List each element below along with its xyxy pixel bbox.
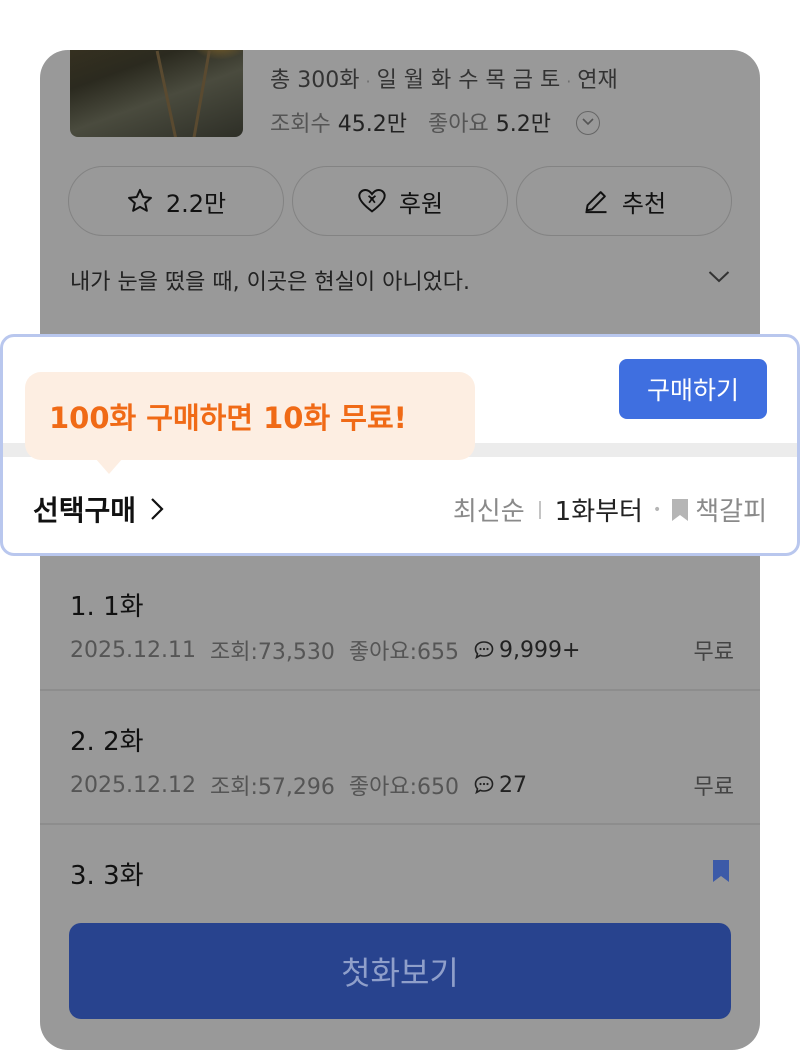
series-stats: 조회수 45.2만 좋아요 5.2만 (270, 106, 600, 138)
heart-gift-icon (358, 189, 386, 213)
episode-item[interactable]: 1. 1화 2025.12.11 조회:73,530 좋아요:655 9,999… (40, 556, 760, 691)
episode-title: 2. 2화 (70, 727, 144, 757)
episode-price: 무료 (693, 640, 734, 665)
first-episode-button[interactable]: 첫화보기 (69, 923, 731, 1019)
recommend-label: 추천 (621, 189, 667, 218)
comment-count: 9,999+ (498, 637, 581, 663)
bookmark-icon (672, 498, 689, 521)
sort-latest-button[interactable]: 최신순 (453, 491, 525, 528)
episode-date: 2025.12.11 (70, 637, 196, 663)
star-icon (127, 188, 152, 212)
series-status: 연재 (577, 68, 618, 93)
comment-icon (474, 641, 494, 660)
support-button[interactable]: 후원 (292, 166, 508, 236)
action-buttons: 2.2만 후원 추천 (68, 166, 732, 236)
episode-comments: 27 (473, 773, 527, 798)
episode-likes: 좋아요:655 (348, 640, 459, 665)
select-buy-button[interactable]: 선택구매 (33, 489, 164, 529)
expand-stats-icon[interactable] (575, 111, 600, 135)
publish-days: 일 월 화 수 목 금 토 (376, 68, 561, 93)
favorite-button[interactable]: 2.2만 (68, 166, 284, 236)
promo-tooltip: 100화 구매하면 10화 무료! (25, 372, 475, 474)
sort-controls: 최신순 1화부터 • 책갈피 (453, 491, 767, 528)
episode-info: 2025.12.11 조회:73,530 좋아요:655 9,999+ (70, 634, 580, 666)
comment-count: 27 (498, 772, 527, 798)
comment-icon (474, 776, 494, 795)
bookmark-button[interactable]: 책갈피 (695, 491, 767, 528)
views-label: 조회수 (270, 112, 331, 137)
views-value: 45.2만 (337, 112, 407, 137)
likes-label: 좋아요 (427, 112, 489, 137)
episode-likes: 좋아요:650 (348, 775, 459, 800)
episode-date: 2025.12.12 (70, 772, 196, 798)
episode-price: 무료 (693, 775, 734, 800)
purchase-panel: 구매하기 100화 구매하면 10화 무료! 선택구매 최신순 1화부터 • 책… (0, 334, 800, 556)
chevron-right-icon (151, 498, 164, 520)
chevron-down-icon[interactable] (708, 270, 730, 284)
episode-comments: 9,999+ (473, 638, 580, 663)
series-schedule: 총 300화 · 일 월 화 수 목 금 토 · 연재 (270, 68, 618, 93)
episode-item[interactable]: 2. 2화 2025.12.12 조회:57,296 좋아요:650 27 무료 (40, 691, 760, 825)
episode-total: 총 300화 (270, 68, 360, 93)
bookmark-icon (713, 860, 729, 882)
episode-title: 1. 1화 (70, 592, 144, 622)
buy-button[interactable]: 구매하기 (619, 359, 767, 419)
episode-views: 조회:57,296 (209, 775, 335, 800)
favorite-count: 2.2만 (165, 189, 227, 218)
episode-info: 2025.12.12 조회:57,296 좋아요:650 27 (70, 769, 527, 801)
episode-title: 3. 3화 (70, 861, 144, 891)
support-label: 후원 (398, 189, 444, 218)
synopsis-text: 내가 눈을 떴을 때, 이곳은 현실이 아니었다. (70, 270, 471, 295)
select-buy-label: 선택구매 (33, 494, 137, 527)
sort-from-first-button[interactable]: 1화부터 (555, 491, 643, 528)
likes-value: 5.2만 (495, 112, 551, 137)
series-thumbnail[interactable] (70, 50, 243, 137)
pencil-icon (585, 191, 607, 214)
promo-text: 100화 구매하면 10화 무료! (49, 401, 407, 435)
episode-item[interactable]: 3. 3화 (40, 825, 760, 923)
recommend-button[interactable]: 추천 (516, 166, 732, 236)
episode-views: 조회:73,530 (209, 640, 335, 665)
